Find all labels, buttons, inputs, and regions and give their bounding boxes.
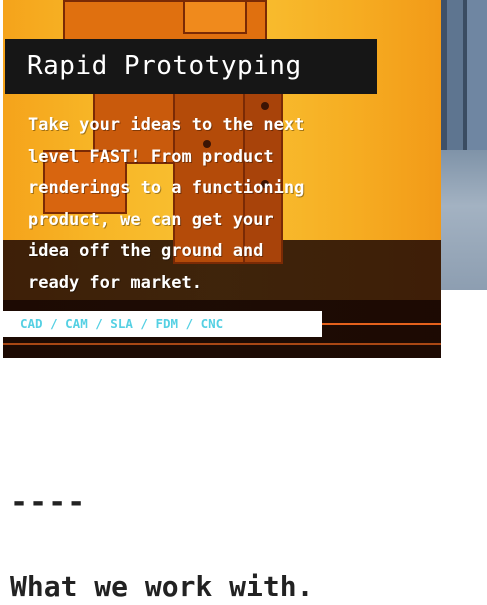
card-description: Take your ideas to the next level FAST! … xyxy=(28,110,428,299)
card-title: Rapid Prototyping xyxy=(5,39,377,94)
adjacent-card-photo-lower xyxy=(441,150,487,290)
section-divider: ---- xyxy=(10,485,87,520)
machinery-part xyxy=(183,0,247,34)
card-description-line: renderings to a functioning xyxy=(28,178,305,198)
service-card-rapid-prototyping[interactable]: Rapid Prototyping Take your ideas to the… xyxy=(3,0,441,358)
accent-line xyxy=(3,343,441,345)
card-description-line: idea off the ground and xyxy=(28,241,264,261)
card-tags: CAD / CAM / SLA / FDM / CNC xyxy=(3,311,322,337)
machinery-hole xyxy=(261,102,269,110)
adjacent-card-photo xyxy=(441,0,487,290)
card-description-line: ready for market. xyxy=(28,272,202,293)
card-description-line: product, we can get your xyxy=(28,209,274,230)
card-description-line: Take your ideas to the next xyxy=(28,115,305,135)
card-description-line: level FAST! From product xyxy=(28,146,274,167)
